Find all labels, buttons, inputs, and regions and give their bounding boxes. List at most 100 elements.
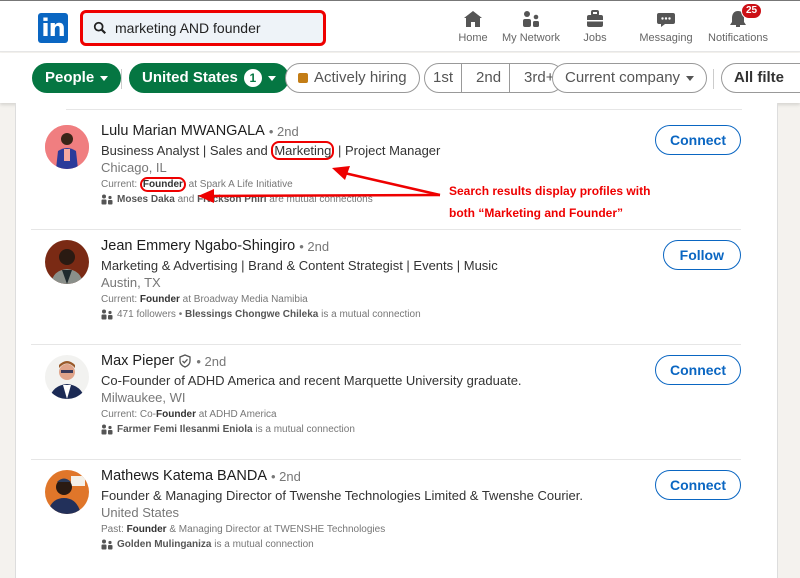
profile-name[interactable]: Lulu Marian MWANGALA: [101, 123, 265, 139]
location-filter[interactable]: United States 1: [129, 63, 289, 93]
nav-messaging-label: Messaging: [639, 32, 693, 44]
profile-name[interactable]: Mathews Katema BANDA: [101, 468, 267, 484]
mutual-name: Frackson Phiri: [197, 194, 267, 205]
hiring-icon: [298, 73, 308, 83]
people-filter-label: People: [45, 69, 95, 86]
past-position: Past: Founder & Managing Director at TWE…: [101, 524, 591, 535]
current-text: & Managing Director at TWENSHE Technolog…: [166, 524, 386, 535]
current-bold: Founder: [139, 294, 180, 305]
current-position: Current: Co-Founder at ADHD America: [101, 409, 591, 420]
profile-headline: Founder & Managing Director of Twenshe T…: [101, 488, 583, 503]
follow-button[interactable]: Follow: [662, 240, 741, 270]
nav-notifications-label: Notifications: [708, 32, 768, 44]
search-input[interactable]: [115, 20, 315, 36]
current-label: Current:: [101, 179, 140, 190]
profile-headline: Co-Founder of ADHD America and recent Ma…: [101, 373, 522, 388]
caret-down-icon: [686, 75, 695, 81]
connection-degree: • 2nd: [196, 353, 227, 369]
people-icon: [101, 194, 113, 205]
nav-my-network-label: My Network: [501, 32, 561, 44]
filter-bar: People United States 1 Actively hiring 1…: [0, 53, 800, 103]
current-text: at Broadway Media Namibia: [179, 294, 308, 305]
headline-text: Business Analyst | Sales and: [101, 143, 272, 158]
home-icon: [464, 11, 482, 27]
profile-name[interactable]: Max Pieper: [101, 353, 174, 369]
divider: [121, 69, 122, 89]
search-box[interactable]: [80, 10, 326, 46]
actively-hiring-filter[interactable]: Actively hiring: [285, 63, 420, 93]
profile-location: Milwaukee, WI: [101, 390, 186, 405]
location-filter-label: United States: [142, 69, 238, 86]
search-icon: [93, 21, 107, 35]
current-label: Current:: [101, 294, 140, 305]
connection-degree: • 2nd: [271, 468, 301, 484]
mutual-text: and: [174, 194, 198, 205]
mutual-connections[interactable]: Golden Mulinganiza is a mutual connectio…: [101, 539, 591, 550]
people-icon: [101, 539, 113, 550]
connection-degree: • 2nd: [268, 123, 299, 139]
mutual-name: Moses Daka: [117, 194, 175, 205]
connect-button[interactable]: Connect: [655, 355, 741, 385]
connection-degree-filter: 1st 2nd 3rd+: [424, 63, 564, 93]
mutual-name: Farmer Femi Ilesanmi Eniola: [117, 424, 253, 435]
mutual-connections[interactable]: Farmer Femi Ilesanmi Eniola is a mutual …: [101, 424, 591, 435]
nav-jobs[interactable]: Jobs: [560, 7, 630, 44]
highlight-marketing: Marketing: [271, 141, 335, 160]
current-text: at ADHD America: [196, 409, 277, 420]
people-icon: [101, 309, 113, 320]
current-label: Past:: [101, 524, 127, 535]
divider: [66, 109, 742, 110]
current-label: Current: Co-: [101, 409, 157, 420]
all-filters-label: All filte: [734, 69, 785, 86]
nav-messaging[interactable]: Messaging: [631, 7, 701, 44]
profile-location: Austin, TX: [101, 275, 161, 290]
connect-button[interactable]: Connect: [655, 470, 741, 500]
degree-1st[interactable]: 1st: [425, 64, 463, 92]
current-bold: Founder: [156, 409, 197, 420]
mutual-text: is a mutual connection: [211, 539, 314, 550]
mutual-name: Blessings Chongwe Chileka: [184, 309, 319, 320]
current-position: Current: Founder at Broadway Media Namib…: [101, 294, 591, 305]
current-company-label: Current company: [565, 69, 681, 86]
location-filter-count: 1: [243, 69, 262, 87]
degree-2nd[interactable]: 2nd: [468, 64, 511, 92]
annotation-line: both “Marketing and Founder”: [449, 206, 623, 220]
result-card: Jean Emmery Ngabo-Shingiro • 2nd Marketi…: [31, 230, 741, 345]
actively-hiring-label: Actively hiring: [314, 69, 407, 86]
all-filters-button[interactable]: All filte: [721, 63, 800, 93]
mutual-name: Golden Mulinganiza: [117, 539, 212, 550]
profile-headline: Marketing & Advertising | Brand & Conten…: [101, 258, 498, 273]
notification-badge: 25: [741, 3, 763, 19]
current-bold: Founder: [126, 524, 167, 535]
result-card: Mathews Katema BANDA • 2nd Founder & Man…: [31, 460, 741, 575]
headline-text: | Project Manager: [334, 143, 441, 158]
people-filter[interactable]: People: [32, 63, 122, 93]
profile-location: Chicago, IL: [101, 160, 167, 175]
highlight-founder: Founder: [139, 177, 186, 192]
linkedin-logo[interactable]: in: [38, 13, 68, 43]
connection-degree: • 2nd: [299, 238, 330, 254]
mutual-connections[interactable]: 471 followers • Blessings Chongwe Chilek…: [101, 309, 591, 320]
avatar[interactable]: [45, 125, 89, 169]
result-card: Max Pieper • 2nd Co-Founder of ADHD Amer…: [31, 345, 741, 460]
nav-jobs-label: Jobs: [583, 32, 607, 44]
current-text: at Spark A Life Initiative: [185, 179, 293, 190]
profile-name[interactable]: Jean Emmery Ngabo-Shingiro: [101, 238, 295, 254]
avatar[interactable]: [45, 240, 89, 284]
profile-location: United States: [101, 505, 180, 520]
current-company-filter[interactable]: Current company: [552, 63, 708, 93]
verified-shield-icon: [179, 354, 191, 368]
avatar[interactable]: [45, 355, 89, 399]
divider: [713, 69, 714, 89]
connect-button[interactable]: Connect: [655, 125, 741, 155]
search-results-list: Lulu Marian MWANGALA • 2nd Business Anal…: [15, 103, 778, 578]
nav-my-network[interactable]: My Network: [496, 7, 566, 44]
caret-down-icon: [100, 75, 109, 81]
nav-notifications[interactable]: 25 Notifications: [703, 3, 773, 44]
mutual-text: is a mutual connection: [318, 309, 421, 320]
avatar[interactable]: [45, 470, 89, 514]
people-icon: [101, 424, 113, 435]
message-icon: [657, 13, 675, 27]
briefcase-icon: [587, 10, 603, 27]
profile-headline: Business Analyst | Sales and Marketing |…: [101, 141, 591, 160]
